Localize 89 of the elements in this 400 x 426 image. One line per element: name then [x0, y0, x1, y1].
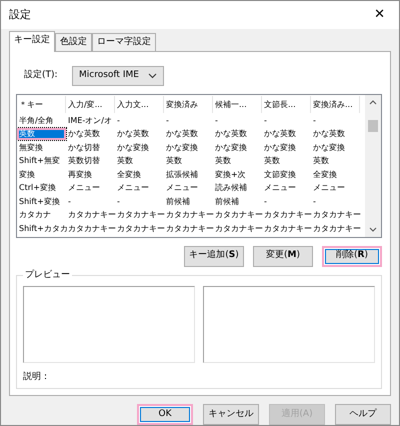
- key-button[interactable]: 削除(R): [322, 246, 382, 266]
- table-cell-text: かな英数: [312, 128, 346, 140]
- column-header[interactable]: 入力/変...: [66, 96, 115, 112]
- table-cell-text: 読み候補: [214, 182, 248, 194]
- table-cell-text: メニュー: [263, 182, 297, 194]
- table-cell-text: 英数: [116, 155, 134, 168]
- table-cell-text: 変換+次: [214, 168, 247, 181]
- table-cell-text: -: [116, 196, 121, 208]
- table-cell[interactable]: Shift+無変: [17, 155, 66, 168]
- table-cell-text: かな英数: [263, 128, 297, 140]
- table-cell-text: -: [312, 114, 317, 127]
- table-cell-text: メニュー: [165, 182, 199, 194]
- table-cell-text: 英数: [312, 155, 330, 168]
- tab[interactable]: ローマ字設定: [92, 32, 156, 51]
- table-cell-text: カタカナキー: [116, 222, 164, 235]
- table-cell-text: かな変換: [214, 142, 248, 154]
- table-cell-text: カタカナキー: [67, 222, 115, 235]
- column-header[interactable]: 文節長...: [262, 96, 311, 112]
- table-cell-text: カタカナキー: [116, 209, 164, 222]
- table-cell-text: -: [116, 114, 121, 127]
- table-cell-text: -: [263, 114, 268, 127]
- column-header[interactable]: 候補一...: [213, 96, 262, 112]
- scroll-up-icon[interactable]: [369, 100, 377, 105]
- table-cell-text: 全変換: [116, 168, 142, 181]
- table-cell-text: 英数: [263, 155, 281, 168]
- setting-dropdown[interactable]: Microsoft IME: [72, 66, 164, 86]
- table-cell-text: メニュー: [116, 182, 150, 194]
- table-cell-text: かな変換: [165, 142, 199, 154]
- table-cell-text: かな英数: [116, 128, 150, 140]
- table-cell-text: -: [214, 114, 219, 127]
- table-cell-text: かな英数: [67, 128, 101, 140]
- table-cell[interactable]: 半角/全角: [17, 114, 66, 127]
- table-cell-text: メニュー: [67, 182, 101, 194]
- table-cell-text: -: [67, 196, 72, 208]
- dialog-button[interactable]: OK: [137, 404, 193, 425]
- tab[interactable]: キー設定: [9, 30, 55, 52]
- column-header[interactable]: 変換済み: [164, 96, 213, 112]
- table-cell[interactable]: 無変換: [17, 142, 66, 154]
- chevron-down-icon: [148, 73, 157, 79]
- table-cell-text: カタカナキー: [214, 209, 262, 222]
- close-button[interactable]: ✕: [368, 5, 391, 24]
- table-cell-text: カタカナキー: [165, 209, 213, 222]
- scrollbar[interactable]: [365, 95, 381, 236]
- table-cell-text: カタカナキー: [263, 222, 311, 235]
- scrollbar-thumb[interactable]: [368, 120, 378, 132]
- table-cell-text: 英数: [214, 155, 232, 168]
- table-cell-text: かな変換: [116, 142, 150, 154]
- table-cell-text: カタカナキー: [312, 222, 360, 235]
- table-cell-text: かな変換: [312, 142, 346, 154]
- table-cell-text: 前候補: [165, 196, 191, 208]
- table-cell-text: 全変換: [312, 168, 338, 181]
- table-cell[interactable]: 変換: [17, 168, 66, 181]
- table-cell-text: かな英数: [214, 128, 248, 140]
- table-cell-text: カタカナキー: [263, 209, 311, 222]
- dialog-button[interactable]: キャンセル: [203, 404, 259, 425]
- table-cell-text: かな変換: [263, 142, 297, 154]
- table-cell-text: -: [312, 196, 317, 208]
- scroll-down-icon[interactable]: [369, 226, 377, 232]
- table-cell[interactable]: Ctrl+変換: [17, 182, 66, 194]
- key-button[interactable]: 変更(M): [253, 246, 313, 266]
- table-cell[interactable]: カタカナ: [17, 209, 66, 222]
- dialog-button[interactable]: ヘルプ: [335, 404, 391, 425]
- table-cell[interactable]: Shift+変換: [17, 196, 66, 208]
- table-cell-text: カタカナキー: [214, 222, 262, 235]
- table-cell-text: かな英数: [165, 128, 199, 140]
- table-cell[interactable]: 英数: [17, 128, 66, 140]
- table-cell-text: 英数: [165, 155, 183, 168]
- description-label: 説明：: [23, 370, 51, 384]
- table-cell[interactable]: Shift+カタカ: [17, 222, 66, 235]
- table-cell-text: メニュー: [312, 182, 346, 194]
- table-cell-text: 文節変換: [263, 168, 297, 181]
- table-cell-text: かな切替: [67, 142, 101, 154]
- table-cell-text: IME-オン/オ: [67, 114, 113, 127]
- table-cell-text: カタカナキー: [312, 209, 360, 222]
- table-cell-text: カタカナキー: [165, 222, 213, 235]
- table-cell-text: 拡張候補: [165, 168, 199, 181]
- table-cell-text: カタカナキー: [67, 209, 115, 222]
- column-header[interactable]: 変換済み...: [311, 96, 360, 112]
- table-cell-text: 英数切替: [67, 155, 101, 168]
- table-cell-text: -: [165, 114, 170, 127]
- column-header[interactable]: ＊キー: [17, 96, 66, 112]
- table-cell-text: 再変換: [67, 168, 93, 181]
- table-cell-text: 前候補: [214, 196, 240, 208]
- column-header[interactable]: 入力文...: [115, 96, 164, 112]
- setting-label: 設定(T):: [24, 69, 59, 82]
- tab[interactable]: 色設定: [55, 32, 92, 51]
- table-cell-text: -: [263, 196, 268, 208]
- window-title: 設定: [9, 6, 31, 22]
- key-button[interactable]: キー追加(S): [184, 246, 244, 266]
